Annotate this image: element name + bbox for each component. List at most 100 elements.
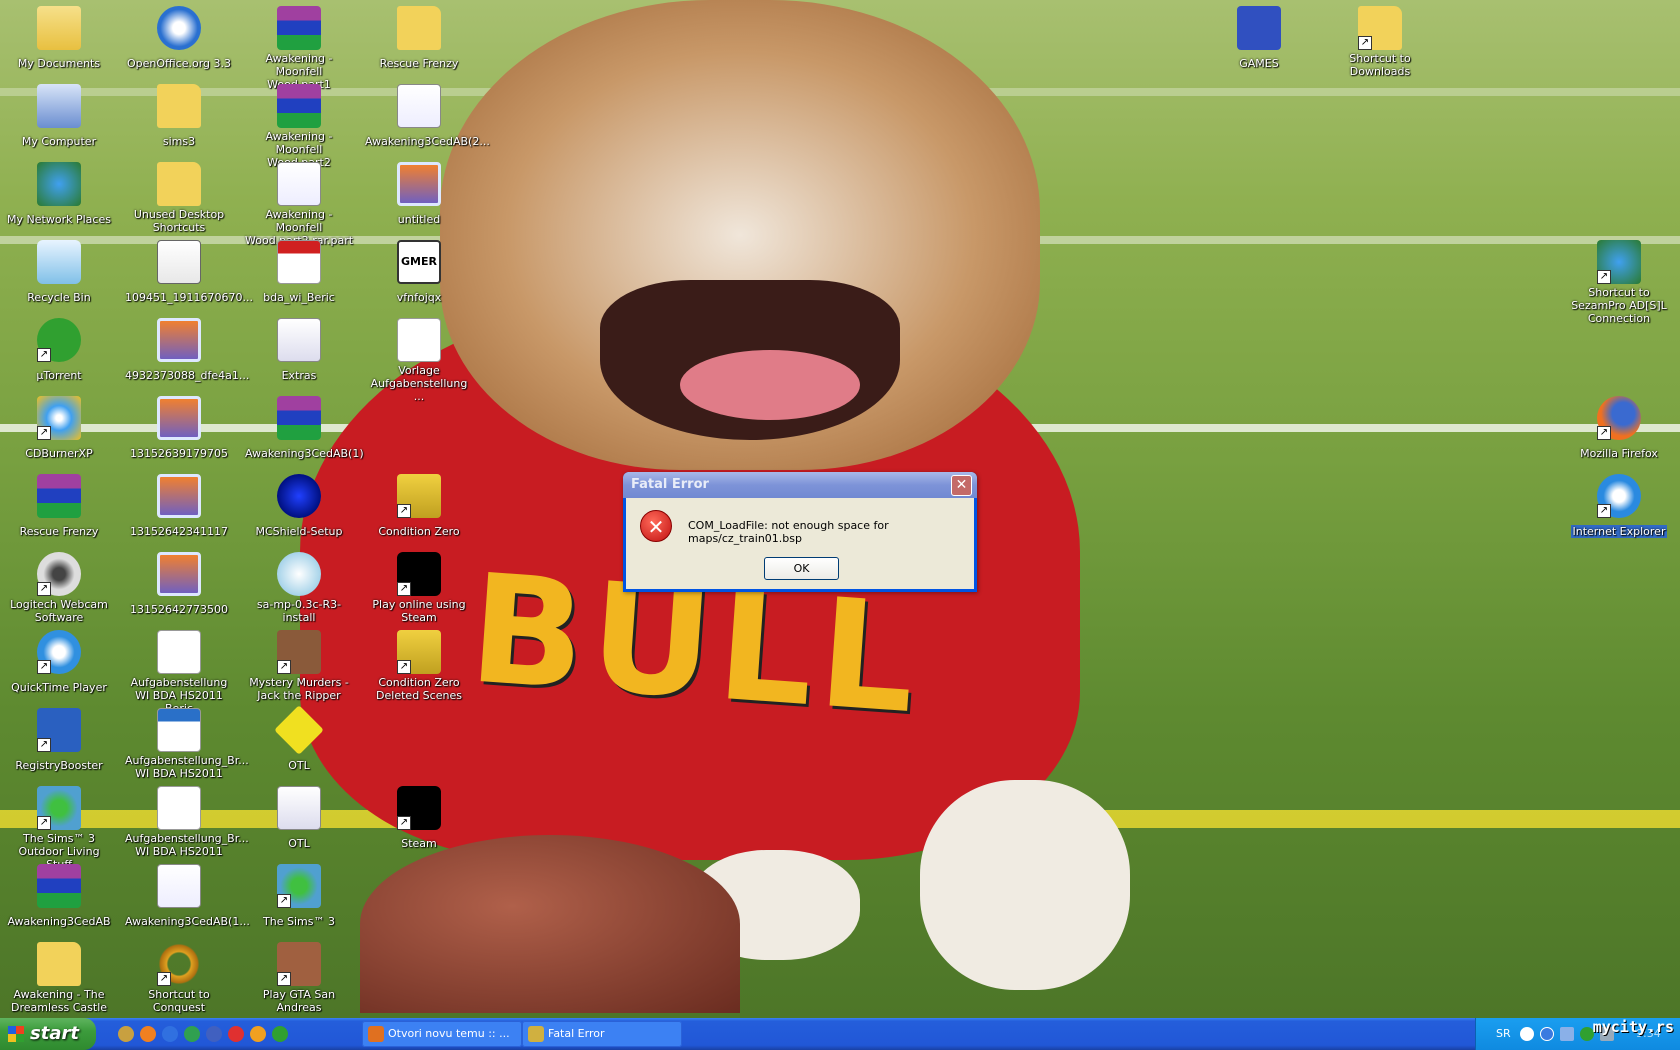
folder-icon	[37, 942, 81, 986]
desktop-icon[interactable]: GMER vfnfojqx	[363, 236, 475, 305]
desktop-icon[interactable]: 4932373088_dfe4a1...	[123, 314, 249, 383]
shortcut-arrow-icon: ↗	[37, 660, 51, 674]
icon-label: Aufgabenstellung_Br... WI BDA HS2011	[125, 754, 249, 780]
desktop-icon[interactable]: ↗ Steam	[363, 782, 475, 851]
desktop-icon[interactable]: 13152639179705	[123, 392, 235, 461]
icon-label: Mystery Murders - Jack the Ripper	[249, 676, 349, 702]
desktop-icon[interactable]: ↗ Mozilla Firefox	[1563, 392, 1675, 461]
network-icon[interactable]	[1560, 1027, 1574, 1041]
windows-flag-icon	[8, 1026, 24, 1042]
doc-icon	[157, 786, 201, 830]
sims-icon: ↗	[277, 864, 321, 908]
desktop-icon[interactable]: ↗ Mystery Murders - Jack the Ripper	[243, 626, 355, 703]
desktop-icon[interactable]: ↗ Shortcut to SezamPro AD[S]L Connection	[1563, 236, 1675, 326]
quick-launch-icon[interactable]	[250, 1026, 266, 1042]
dialog-title-bar[interactable]: Fatal Error ✕	[623, 472, 977, 498]
desktop-icon[interactable]: ↗ Internet Explorer	[1563, 470, 1675, 539]
desktop-icon[interactable]: ↗ Play GTA San Andreas	[243, 938, 355, 1015]
shortcut-arrow-icon: ↗	[37, 816, 51, 830]
icon-label: Condition Zero	[378, 525, 460, 538]
taskbar-button[interactable]: Otvori novu temu :: ...	[362, 1021, 522, 1047]
desktop-icon[interactable]: ↗ Play online using Steam	[363, 548, 475, 625]
wallpaper-football	[360, 835, 740, 1013]
desktop-icon[interactable]: Awakening3CedAB(1...	[123, 860, 250, 929]
shortcut-arrow-icon: ↗	[1597, 504, 1611, 518]
desktop-icon[interactable]: Rescue Frenzy	[3, 470, 115, 539]
desktop-icon[interactable]: Awakening - Moonfell Wood.part2	[243, 80, 355, 170]
start-button[interactable]: start	[0, 1018, 96, 1050]
desktop-icon[interactable]: Recycle Bin	[3, 236, 115, 305]
quick-launch-icon[interactable]	[206, 1026, 222, 1042]
desktop-icon[interactable]: ↗ Logitech Webcam Software	[3, 548, 115, 625]
desktop-icon[interactable]: ↗ Shortcut to Conquest	[123, 938, 235, 1015]
firefox-icon: ↗	[1597, 396, 1641, 440]
icon-label: Vorlage Aufgabenstellung ...	[370, 364, 468, 403]
desktop-icon[interactable]: ↗ QuickTime Player	[3, 626, 115, 695]
desktop-icon[interactable]: Awakening3CedAB	[3, 860, 115, 929]
quick-launch-icon[interactable]	[228, 1026, 244, 1042]
desktop-icon[interactable]: Awakening - The Dreamless Castle	[3, 938, 115, 1015]
ok-button[interactable]: OK	[764, 557, 839, 580]
odf-icon	[157, 708, 201, 752]
tray-app-icon[interactable]	[1540, 1027, 1554, 1041]
sims-icon: ↗	[37, 786, 81, 830]
desktop-icon[interactable]: Awakening - Moonfell Wood.part2.rar.part	[243, 158, 355, 248]
desktop-icon[interactable]: ↗ RegistryBooster	[3, 704, 115, 773]
quick-launch-icon[interactable]	[162, 1026, 178, 1042]
desktop-icon[interactable]: My Network Places	[3, 158, 115, 227]
desktop-icon[interactable]: Awakening - Moonfell Wood.part1	[243, 2, 355, 92]
booster-icon: ↗	[37, 708, 81, 752]
desktop-icon[interactable]: sims3	[123, 80, 235, 149]
desktop-icon[interactable]: ↗ CDBurnerXP	[3, 392, 115, 461]
desktop-icon[interactable]: Vorlage Aufgabenstellung ...	[363, 314, 475, 404]
quick-launch-icon[interactable]	[184, 1026, 200, 1042]
dialog-close-button[interactable]: ✕	[951, 475, 972, 496]
desktop-icon[interactable]: Aufgabenstellung_Br... WI BDA HS2011	[123, 782, 249, 859]
quick-launch-icon[interactable]	[140, 1026, 156, 1042]
desktop-icon[interactable]: bda_wi_Beric	[243, 236, 355, 305]
icon-label: The Sims™ 3	[263, 915, 335, 928]
desktop-icon[interactable]: My Documents	[3, 2, 115, 71]
icon-label: vfnfojqx	[396, 291, 442, 304]
installer-icon	[277, 552, 321, 596]
desktop-icon[interactable]: Extras	[243, 314, 355, 383]
desktop-icon[interactable]: 13152642773500	[123, 548, 235, 617]
mcshield-icon	[277, 474, 321, 518]
desktop-icon[interactable]: GAMES	[1203, 2, 1315, 71]
quick-launch-icon[interactable]	[118, 1026, 134, 1042]
language-indicator[interactable]: SR	[1496, 1018, 1511, 1050]
notepad-icon	[277, 786, 321, 830]
desktop-icon[interactable]: MCShield-Setup	[243, 470, 355, 539]
desktop-icon[interactable]: ↗ Shortcut to Downloads	[1324, 2, 1436, 79]
desktop-icon[interactable]: ↗ The Sims™ 3	[243, 860, 355, 929]
desktop-icon[interactable]: Aufgabenstellung_Br... WI BDA HS2011	[123, 704, 249, 781]
desktop-icon[interactable]: Rescue Frenzy	[363, 2, 475, 71]
desktop-icon[interactable]: Awakening3CedAB(1)	[243, 392, 364, 461]
desktop-icon[interactable]: ↗ Condition Zero Deleted Scenes	[363, 626, 475, 703]
desktop-icon[interactable]: untitled	[363, 158, 475, 227]
show-hidden-icons-icon[interactable]	[1520, 1027, 1534, 1041]
desktop-icon[interactable]: My Computer	[3, 80, 115, 149]
desktop-icon[interactable]: OTL	[243, 704, 355, 773]
shortcut-arrow-icon: ↗	[397, 582, 411, 596]
shortcut-arrow-icon: ↗	[1597, 270, 1611, 284]
desktop-icon[interactable]: OTL	[243, 782, 355, 851]
desktop-icon[interactable]: Unused Desktop Shortcuts	[123, 158, 235, 235]
desktop-icon[interactable]: Awakening3CedAB(2...	[363, 80, 490, 149]
desktop-icon[interactable]: ↗ µTorrent	[3, 314, 115, 383]
icon-label: Shortcut to Downloads	[1349, 52, 1411, 78]
icon-label: untitled	[397, 213, 441, 226]
app-file-icon	[157, 864, 201, 908]
quick-launch-icon[interactable]	[272, 1026, 288, 1042]
desktop-icon[interactable]: 13152642341117	[123, 470, 235, 539]
counter-strike-icon	[528, 1026, 544, 1042]
desktop-icon[interactable]: Aufgabenstellung WI BDA HS2011 Beric	[123, 626, 235, 716]
image-icon	[397, 162, 441, 206]
help-icon	[157, 240, 201, 284]
desktop-icon[interactable]: 109451_1911670670...	[123, 236, 253, 305]
desktop-icon[interactable]: sa-mp-0.3c-R3-install	[243, 548, 355, 625]
desktop-icon[interactable]: OpenOffice.org 3.3	[123, 2, 235, 71]
desktop-icon[interactable]: ↗ Condition Zero	[363, 470, 475, 539]
taskbar-button[interactable]: Fatal Error	[522, 1021, 682, 1047]
desktop-icon[interactable]: ↗The Sims™ 3 Outdoor Living Stuff	[3, 782, 115, 872]
